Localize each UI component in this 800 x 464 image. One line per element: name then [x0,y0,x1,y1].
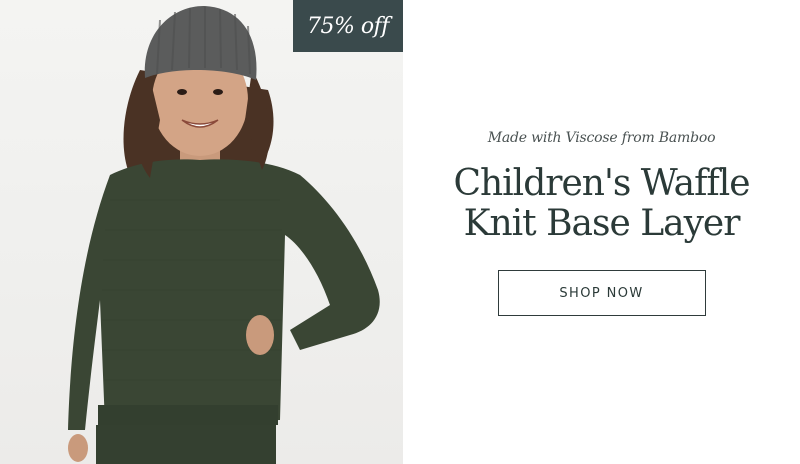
product-photo[interactable]: 75% off [0,0,403,464]
headline-line-2: Knit Base Layer [463,203,741,244]
promo-banner[interactable]: 75% off Made with Viscose from Bamboo Ch… [0,0,800,464]
discount-badge: 75% off [293,0,403,52]
child-in-waffle-knit-image [68,5,380,464]
promo-text-panel: Made with Viscose from Bamboo Children's… [403,0,800,464]
material-eyebrow: Made with Viscose from Bamboo [487,130,716,146]
headline-line-1: Children's Waffle [453,163,750,204]
product-headline: Children's Waffle Knit Base Layer [453,163,750,244]
shop-now-button[interactable]: SHOP NOW [497,270,706,316]
